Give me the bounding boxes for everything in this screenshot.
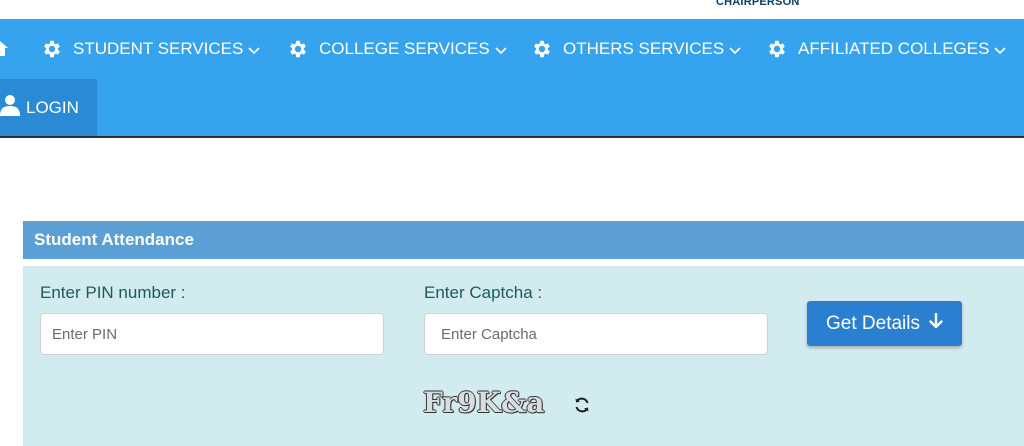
home-icon[interactable] bbox=[0, 39, 8, 62]
pin-input[interactable] bbox=[40, 313, 384, 355]
main-navbar: STUDENT SERVICES COLLEGE SERVICES OTHERS… bbox=[0, 19, 1024, 138]
get-details-label: Get Details bbox=[826, 312, 920, 334]
panel-title: Student Attendance bbox=[23, 221, 1024, 259]
gear-icon bbox=[766, 38, 788, 60]
nav-student-services[interactable]: STUDENT SERVICES bbox=[41, 19, 260, 79]
gear-icon bbox=[287, 38, 309, 60]
chevron-down-icon bbox=[729, 47, 741, 55]
nav-affiliated-colleges[interactable]: AFFILIATED COLLEGES bbox=[766, 19, 1007, 79]
arrow-down-icon bbox=[929, 312, 943, 335]
login-label: LOGIN bbox=[26, 97, 79, 117]
captcha-image: Fr9K&a bbox=[423, 386, 545, 419]
nav-others-services[interactable]: OTHERS SERVICES bbox=[531, 19, 741, 79]
nav-others-services-label: OTHERS SERVICES bbox=[563, 39, 725, 58]
nav-affiliated-colleges-label: AFFILIATED COLLEGES bbox=[798, 39, 990, 58]
captcha-input[interactable] bbox=[424, 313, 768, 355]
user-icon bbox=[0, 94, 26, 121]
nav-student-services-label: STUDENT SERVICES bbox=[73, 39, 244, 58]
gear-icon bbox=[41, 38, 63, 60]
refresh-icon[interactable] bbox=[573, 396, 591, 419]
chevron-down-icon bbox=[248, 47, 260, 55]
captcha-label: Enter Captcha : bbox=[424, 283, 543, 302]
gear-icon bbox=[531, 38, 553, 60]
get-details-button[interactable]: Get Details bbox=[807, 301, 962, 346]
pin-label: Enter PIN number : bbox=[40, 283, 186, 302]
chevron-down-icon bbox=[994, 47, 1007, 55]
chairperson-label: CHAIRPERSON bbox=[716, 0, 800, 8]
nav-college-services-label: COLLEGE SERVICES bbox=[319, 39, 490, 58]
login-button[interactable]: LOGIN bbox=[0, 79, 97, 136]
top-header-strip: CHAIRPERSON bbox=[0, 0, 1024, 19]
nav-college-services[interactable]: COLLEGE SERVICES bbox=[287, 19, 507, 79]
chevron-down-icon bbox=[495, 47, 507, 55]
